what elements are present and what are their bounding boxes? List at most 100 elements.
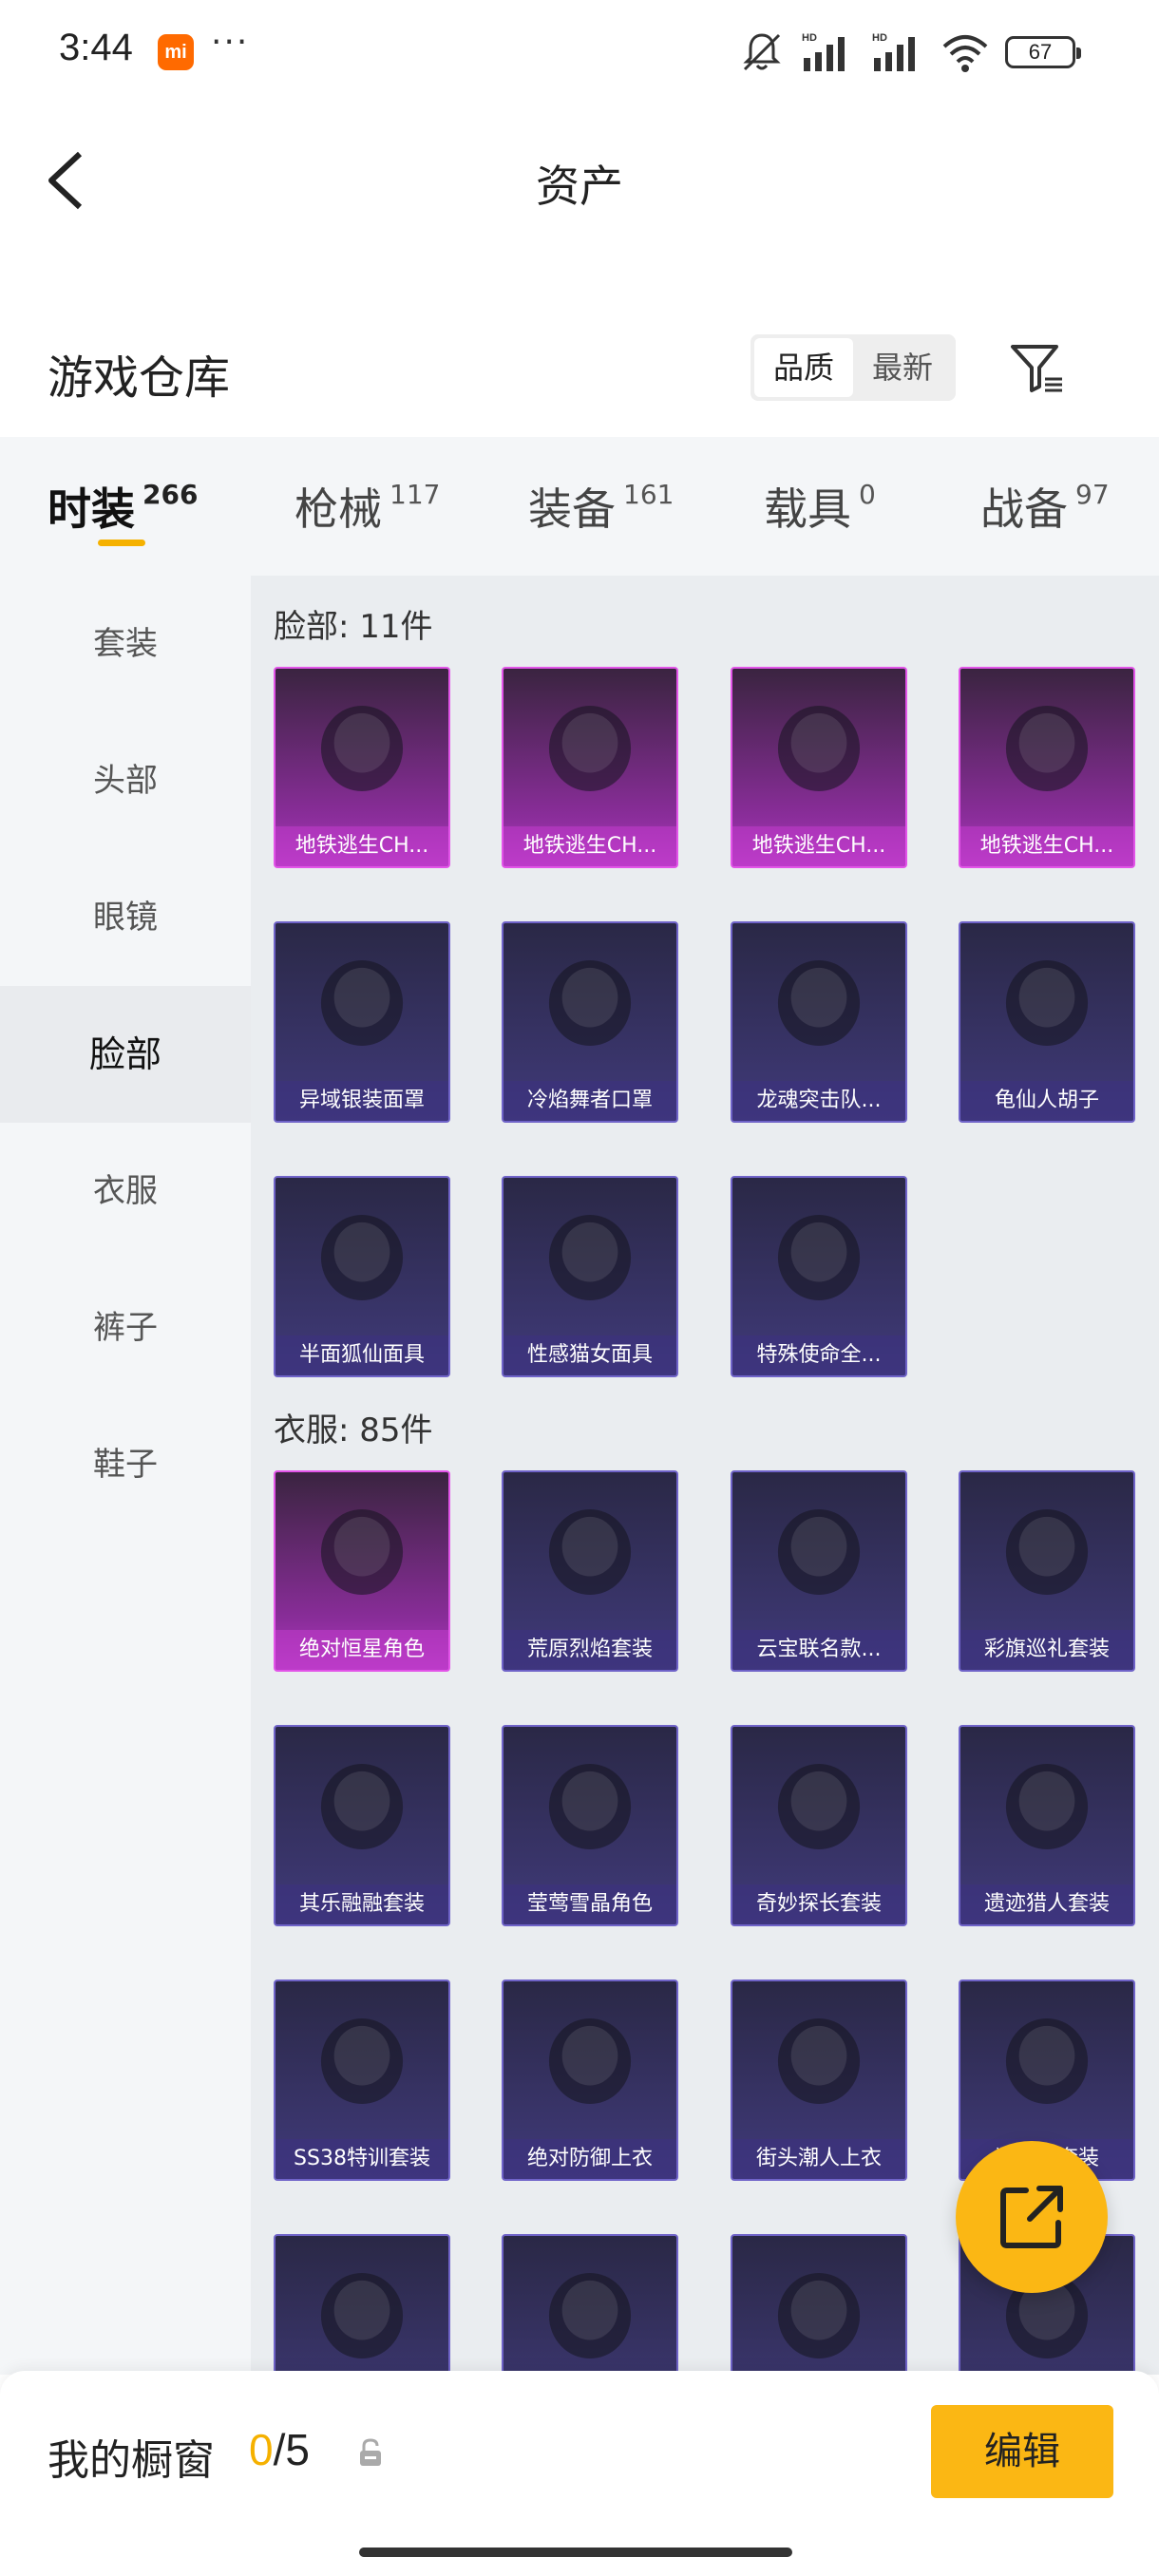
item-card[interactable]: [731, 2234, 907, 2375]
maid-outfit-icon: [960, 1472, 1133, 1634]
trench-coat-icon: [732, 1727, 905, 1888]
share-button[interactable]: [956, 2141, 1108, 2293]
item-name: 性感猫女面具: [504, 1335, 676, 1375]
pink-dress-icon: [276, 1472, 448, 1634]
item-card[interactable]: SS38特训套装: [274, 1979, 450, 2181]
item-card[interactable]: 地铁逃生CH...: [502, 667, 678, 868]
item-card[interactable]: 绝对防御上衣: [502, 1979, 678, 2181]
item-name: 街头潮人上衣: [732, 2139, 905, 2179]
studded-mask-icon: [960, 669, 1133, 830]
item-name: 绝对恒星角色: [276, 1630, 448, 1670]
sort-toggle: 品质 最新: [750, 334, 956, 401]
silver-mask-icon: [276, 923, 448, 1085]
tab-supplies[interactable]: 战备 97: [980, 475, 1110, 538]
item-name: 半面狐仙面具: [276, 1335, 448, 1375]
item-name: 异域银装面罩: [276, 1081, 448, 1121]
item-card[interactable]: 奇妙探长套装: [731, 1725, 907, 1926]
item-card[interactable]: 地铁逃生CH...: [731, 667, 907, 868]
section-title-face: 脸部: 11件: [274, 608, 433, 646]
sort-quality-button[interactable]: 品质: [754, 338, 853, 397]
item-card[interactable]: 性感猫女面具: [502, 1176, 678, 1377]
tab-count: 97: [1075, 479, 1110, 510]
status-time: 3:44: [59, 27, 133, 68]
item-grid-area: 脸部: 11件 地铁逃生CH... 地铁逃生CH... 地铁逃生CH... 地铁逃生C…: [251, 576, 1159, 2375]
signal-hd-icon: HD: [872, 32, 915, 71]
red-puffer-icon: [732, 1981, 905, 2143]
blue-outfit-icon: [732, 1472, 905, 1634]
side-item-clothes[interactable]: 衣服: [0, 1123, 251, 1260]
side-item-glasses[interactable]: 眼镜: [0, 849, 251, 986]
sort-newest-button[interactable]: 最新: [853, 338, 952, 397]
tab-count: 117: [390, 479, 441, 510]
item-card[interactable]: 街头潮人上衣: [731, 1979, 907, 2181]
item-name: 绝对防御上衣: [504, 2139, 676, 2179]
brown-outfit-icon: [276, 2236, 448, 2375]
side-item-head[interactable]: 头部: [0, 712, 251, 849]
side-item-face[interactable]: 脸部: [0, 986, 251, 1123]
tab-count: 161: [623, 479, 674, 510]
tab-guns[interactable]: 枪械 117: [294, 475, 440, 538]
tab-vehicles[interactable]: 载具 0: [764, 475, 876, 538]
item-name: 龟仙人胡子: [960, 1081, 1133, 1121]
showcase-current: 0: [249, 2425, 274, 2474]
edit-button[interactable]: 编辑: [931, 2405, 1113, 2498]
item-card[interactable]: 荒原烈焰套装: [502, 1470, 678, 1672]
white-beard-icon: [960, 923, 1133, 1085]
tab-label: 枪械: [294, 483, 382, 535]
black-face-mask-icon: [504, 669, 676, 830]
tab-equipment[interactable]: 装备 161: [528, 475, 674, 538]
item-card[interactable]: 龙魂突击队...: [731, 921, 907, 1123]
item-card[interactable]: 地铁逃生CH...: [959, 667, 1135, 868]
page-title: 资产: [536, 161, 623, 212]
tab-label: 时装: [48, 483, 135, 535]
sniper-outfit-icon: [960, 1981, 1133, 2143]
item-card[interactable]: 其乐融融套装: [274, 1725, 450, 1926]
flame-mask-icon: [504, 923, 676, 1085]
tab-fashion[interactable]: 时装 266: [48, 475, 198, 538]
status-icons: HD HD 67: [739, 28, 1081, 76]
lock-icon: [360, 2438, 381, 2466]
side-item-pants[interactable]: 裤子: [0, 1260, 251, 1396]
status-bar: 3:44 mi ··· HD HD 67: [0, 0, 1159, 104]
dragon-mask-icon: [732, 923, 905, 1085]
wifi-icon: [942, 35, 988, 72]
item-card[interactable]: 彩旗巡礼套装: [959, 1470, 1135, 1672]
tab-label: 载具: [764, 483, 851, 535]
item-card[interactable]: 特殊使命全...: [731, 1176, 907, 1377]
item-card[interactable]: [274, 2234, 450, 2375]
item-name: 特殊使命全...: [732, 1335, 905, 1375]
section-heading: 游戏仓库: [48, 351, 231, 405]
item-name: 奇妙探长套装: [732, 1885, 905, 1924]
svg-text:HD: HD: [802, 32, 817, 44]
side-nav: 套装 头部 眼镜 脸部 衣服 裤子 鞋子: [0, 576, 251, 2375]
white-character-icon: [504, 1727, 676, 1888]
item-card[interactable]: [502, 2234, 678, 2375]
item-card[interactable]: 冷焰舞者口罩: [502, 921, 678, 1123]
bottom-bar: 我的橱窗 0/5 编辑: [0, 2371, 1159, 2576]
item-card[interactable]: 绝对恒星角色: [274, 1470, 450, 1672]
hunter-outfit-icon: [960, 1727, 1133, 1888]
showcase-count: 0/5: [249, 2424, 310, 2475]
item-card[interactable]: 半面狐仙面具: [274, 1176, 450, 1377]
item-name: 地铁逃生CH...: [960, 826, 1133, 866]
fox-mask-icon: [276, 1178, 448, 1339]
item-name: 荒原烈焰套装: [504, 1630, 676, 1670]
item-card[interactable]: 遗迹猎人套装: [959, 1725, 1135, 1926]
item-card[interactable]: 异域银装面罩: [274, 921, 450, 1123]
white-jacket-icon: [504, 1981, 676, 2143]
item-card[interactable]: 地铁逃生CH...: [274, 667, 450, 868]
item-name: SS38特训套装: [276, 2139, 448, 2179]
item-card[interactable]: 莹莺雪晶角色: [502, 1725, 678, 1926]
side-item-shoes[interactable]: 鞋子: [0, 1396, 251, 1533]
camo-coat-icon: [732, 2236, 905, 2375]
category-tabs: 时装 266 枪械 117 装备 161 载具 0 战备 97: [0, 437, 1159, 576]
item-card[interactable]: 云宝联名款...: [731, 1470, 907, 1672]
showcase-total: /5: [273, 2425, 310, 2474]
side-item-suits[interactable]: 套装: [0, 576, 251, 712]
item-card[interactable]: 龟仙人胡子: [959, 921, 1135, 1123]
tab-count: 266: [142, 479, 199, 510]
battery-icon: 67: [1005, 36, 1081, 68]
item-name: 云宝联名款...: [732, 1630, 905, 1670]
yellow-coat-icon: [276, 1727, 448, 1888]
filter-icon[interactable]: [1007, 337, 1068, 398]
